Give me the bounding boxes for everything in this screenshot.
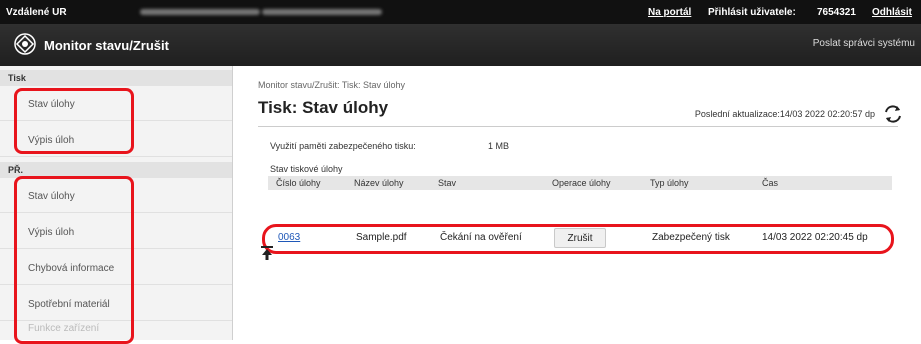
column-header-job-number: Číslo úlohy <box>276 178 321 188</box>
top-bar: Vzdálené UR Na portál Přihlásit uživatel… <box>0 0 921 24</box>
page-title: Tisk: Stav úlohy <box>258 98 389 117</box>
refresh-icon[interactable] <box>883 104 903 124</box>
job-time: 14/03 2022 02:20:45 dp <box>762 232 868 243</box>
memory-usage-label: Využití paměti zabezpečeného tisku: <box>270 141 416 151</box>
job-type: Zabezpečený tisk <box>652 232 730 243</box>
column-header-job-action: Operace úlohy <box>552 178 611 188</box>
job-table-header: Číslo úlohy Název úlohy Stav Operace úlo… <box>268 176 892 190</box>
portal-link[interactable]: Na portál <box>648 7 691 18</box>
job-status: Čekání na ověření <box>440 232 522 243</box>
job-name: Sample.pdf <box>356 232 407 243</box>
title-divider <box>258 126 898 127</box>
sidebar-item-receive-job-status[interactable]: Stav úlohy <box>0 182 232 213</box>
blurred-device-address <box>262 9 382 15</box>
mail-admin-link[interactable]: Poslat správci systému <box>813 38 915 49</box>
column-header-status: Stav <box>438 178 457 188</box>
header-bar: Monitor stavu/Zrušit Poslat správci syst… <box>0 24 921 66</box>
user-id: 7654321 <box>817 7 856 18</box>
cancel-job-button[interactable]: Zrušit <box>554 228 606 248</box>
sidebar: Tisk Stav úlohy Výpis úloh PŘ. Stav úloh… <box>0 66 233 340</box>
column-header-time: Čas <box>762 178 779 188</box>
page-header-title: Monitor stavu/Zrušit <box>44 38 169 53</box>
last-update-text: Poslední aktualizace:14/03 2022 02:20:57… <box>694 109 875 119</box>
logout-link[interactable]: Odhlásit <box>872 7 912 18</box>
gear-logo-icon <box>14 33 36 55</box>
column-header-job-name: Název úlohy <box>354 178 404 188</box>
sidebar-item-receive-job-log[interactable]: Výpis úloh <box>0 218 232 249</box>
sidebar-section-print: Tisk <box>0 70 232 86</box>
memory-usage-value: 1 MB <box>488 141 510 151</box>
remote-ui-label: Vzdálené UR <box>6 7 67 18</box>
job-table-title: Stav tiskové úlohy <box>270 164 343 174</box>
back-to-top-icon[interactable] <box>261 246 273 260</box>
login-label: Přihlásit uživatele: <box>708 7 796 18</box>
sidebar-item-print-job-log[interactable]: Výpis úloh <box>0 126 232 157</box>
sidebar-section-receive: PŘ. <box>0 162 232 178</box>
blurred-device-name <box>140 9 260 15</box>
breadcrumb: Monitor stavu/Zrušit: Tisk: Stav úlohy <box>258 80 406 90</box>
column-header-job-type: Typ úlohy <box>650 178 689 188</box>
sidebar-item-print-job-status[interactable]: Stav úlohy <box>0 90 232 121</box>
job-number-link[interactable]: 0063 <box>278 232 300 243</box>
sidebar-item-error-info[interactable]: Chybová informace <box>0 254 232 285</box>
